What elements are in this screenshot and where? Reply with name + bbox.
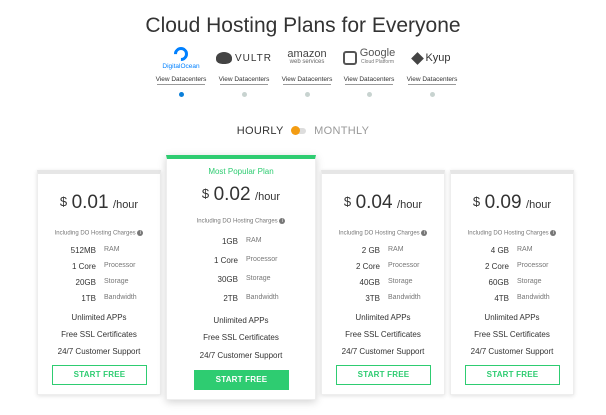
kyup-icon — [411, 51, 425, 65]
currency-symbol: $ — [343, 194, 352, 209]
indicator-dot — [429, 92, 435, 97]
hosting-charges-note: Including DO Hosting Charges i — [38, 230, 160, 237]
view-datacenters-link[interactable]: View Datacenters — [401, 76, 463, 83]
billing-toggle: HOURLY MONTHLY — [0, 125, 606, 137]
billing-switch[interactable] — [290, 126, 306, 136]
provider-name: amazon — [287, 48, 327, 60]
monthly-label[interactable]: MONTHLY — [314, 125, 369, 137]
start-free-button[interactable]: START FREE — [194, 370, 289, 390]
plan-card-3: $ 0.04 /hour Including DO Hosting Charge… — [321, 170, 445, 395]
feature-support: 24/7 Customer Support — [470, 347, 554, 356]
kyup-logo: Kyup — [401, 44, 463, 72]
plan-price: $ 0.01 /hour — [38, 192, 160, 214]
plan-card-2: Most Popular Plan $ 0.02 /hour Including… — [166, 155, 316, 400]
provider-selector: DigitalOcean View Datacenters VULTR View… — [150, 43, 463, 100]
price-amount: 0.01 — [71, 192, 109, 213]
link-underline — [345, 84, 393, 85]
feature-support: 24/7 Customer Support — [57, 347, 141, 356]
google-cloud-icon — [342, 51, 357, 65]
price-period: /hour — [526, 199, 552, 211]
hosting-charges-note: Including DO Hosting Charges i — [322, 230, 444, 237]
price-period: /hour — [397, 199, 423, 211]
digitalocean-logo: DigitalOcean — [150, 43, 212, 72]
info-icon[interactable]: i — [279, 218, 286, 224]
start-free-button[interactable]: START FREE — [465, 365, 560, 385]
price-amount: 0.09 — [484, 192, 522, 213]
feature-ssl: Free SSL Certificates — [61, 330, 137, 339]
provider-name: Google — [359, 47, 396, 59]
plan-price: $ 0.02 /hour — [167, 184, 315, 206]
feature-unlimited-apps: Unlimited APPs — [484, 313, 540, 322]
provider-digitalocean[interactable]: DigitalOcean View Datacenters — [150, 43, 212, 97]
link-underline — [408, 84, 456, 85]
currency-symbol: $ — [201, 186, 210, 201]
price-period: /hour — [255, 191, 281, 203]
feature-unlimited-apps: Unlimited APPs — [71, 313, 127, 322]
indicator-dot — [304, 92, 310, 97]
view-datacenters-link[interactable]: View Datacenters — [150, 76, 212, 83]
feature-unlimited-apps: Unlimited APPs — [355, 313, 411, 322]
provider-subname: web services — [289, 59, 325, 65]
info-icon[interactable]: i — [550, 230, 557, 236]
price-amount: 0.02 — [213, 184, 251, 205]
hourly-label[interactable]: HOURLY — [237, 125, 284, 137]
link-underline — [220, 84, 268, 85]
start-free-button[interactable]: START FREE — [336, 365, 431, 385]
feature-support: 24/7 Customer Support — [341, 347, 425, 356]
feature-ssl: Free SSL Certificates — [474, 330, 550, 339]
info-icon[interactable]: i — [421, 230, 428, 236]
feature-ssl: Free SSL Certificates — [345, 330, 421, 339]
price-period: /hour — [113, 199, 139, 211]
provider-name: DigitalOcean — [162, 62, 200, 70]
amazon-logo: amazon web services — [276, 44, 338, 72]
provider-name: VULTR — [234, 52, 273, 64]
start-free-button[interactable]: START FREE — [52, 365, 147, 385]
feature-support: 24/7 Customer Support — [199, 351, 283, 360]
view-datacenters-link[interactable]: View Datacenters — [276, 76, 338, 83]
provider-google[interactable]: Google Cloud Platform View Datacenters — [338, 44, 400, 97]
provider-name: Kyup — [425, 52, 451, 64]
vultr-logo: VULTR — [213, 44, 275, 72]
google-cloud-logo: Google Cloud Platform — [338, 44, 400, 72]
hosting-charges-note: Including DO Hosting Charges i — [451, 230, 573, 237]
active-indicator-dot — [178, 92, 184, 97]
plan-price: $ 0.09 /hour — [451, 192, 573, 214]
link-underline — [157, 84, 205, 85]
view-datacenters-link[interactable]: View Datacenters — [338, 76, 400, 83]
page-title: Cloud Hosting Plans for Everyone — [145, 14, 461, 37]
price-amount: 0.04 — [355, 192, 393, 213]
switch-knob — [290, 126, 300, 136]
provider-amazon[interactable]: amazon web services View Datacenters — [276, 44, 338, 97]
provider-kyup[interactable]: Kyup View Datacenters — [401, 44, 463, 97]
currency-symbol: $ — [59, 194, 68, 209]
digitalocean-icon — [171, 43, 191, 64]
link-underline — [283, 84, 331, 85]
plan-card-1: $ 0.01 /hour Including DO Hosting Charge… — [37, 170, 161, 395]
feature-unlimited-apps: Unlimited APPs — [213, 316, 269, 325]
most-popular-label: Most Popular Plan — [208, 167, 274, 176]
feature-ssl: Free SSL Certificates — [203, 333, 279, 342]
currency-symbol: $ — [472, 194, 481, 209]
hosting-charges-note: Including DO Hosting Charges i — [167, 218, 315, 225]
plan-price: $ 0.04 /hour — [322, 192, 444, 214]
indicator-dot — [366, 92, 372, 97]
plan-card-4: $ 0.09 /hour Including DO Hosting Charge… — [450, 170, 574, 395]
provider-subname: Cloud Platform — [360, 59, 395, 65]
provider-vultr[interactable]: VULTR View Datacenters — [213, 44, 275, 97]
view-datacenters-link[interactable]: View Datacenters — [213, 76, 275, 83]
info-icon[interactable]: i — [137, 230, 144, 236]
indicator-dot — [241, 92, 247, 97]
vultr-icon — [215, 52, 232, 64]
